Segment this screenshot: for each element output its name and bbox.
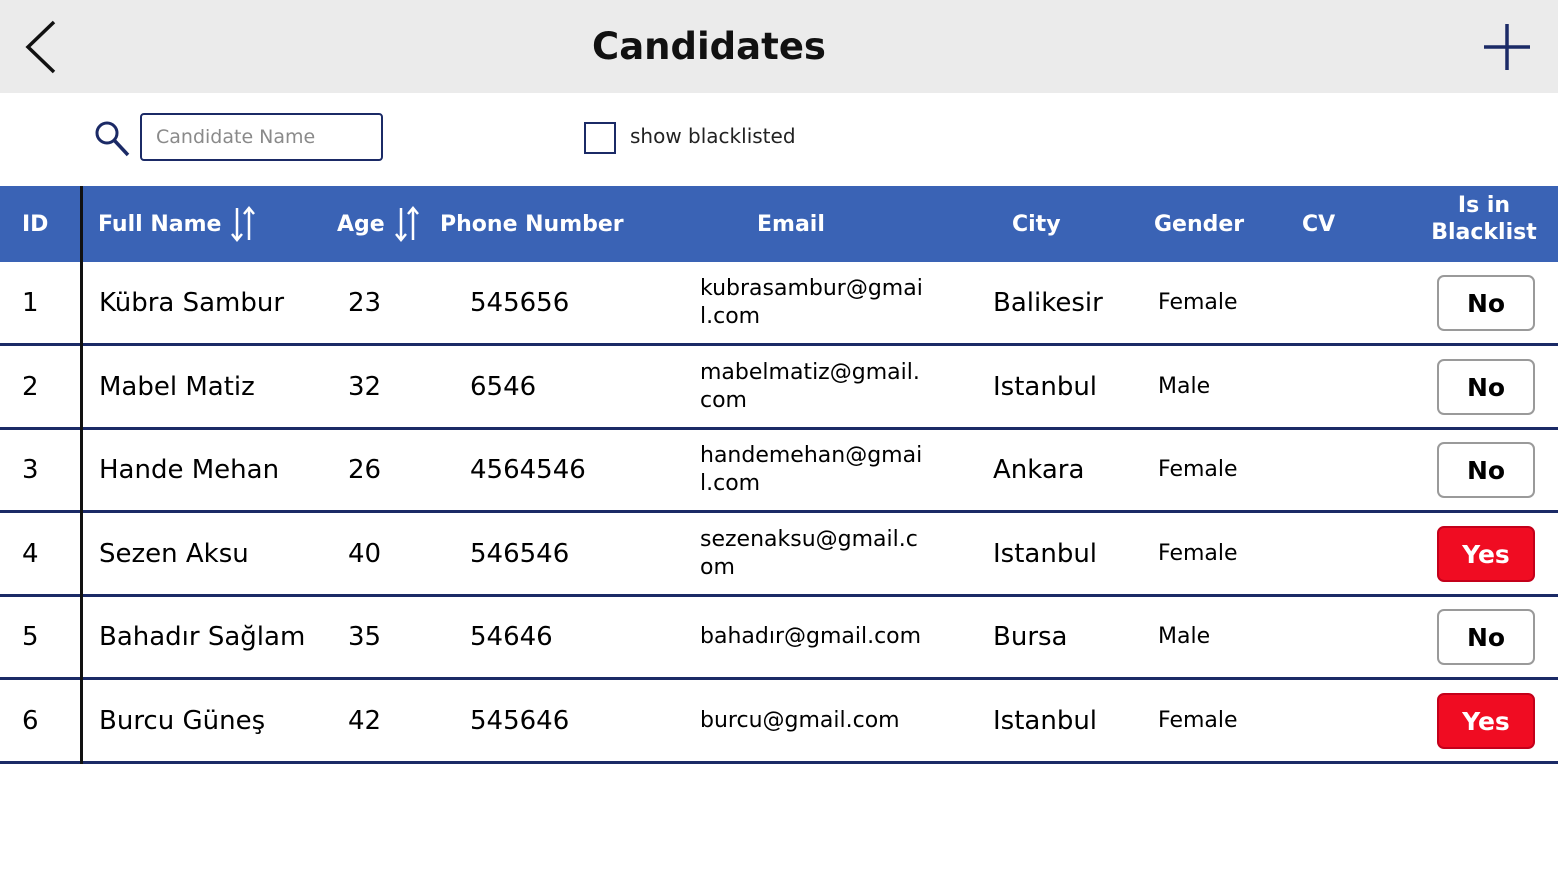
cell-full-name: Bahadır Sağlam — [99, 621, 306, 652]
column-header-city: City — [1012, 211, 1061, 237]
blacklist-toggle-button[interactable]: No — [1437, 275, 1535, 331]
cell-full-name: Sezen Aksu — [99, 538, 249, 569]
column-header-blacklist-line1: Is in — [1457, 193, 1511, 218]
cell-city: Istanbul — [993, 538, 1098, 569]
cell-id: 1 — [22, 287, 39, 318]
column-header-blacklist: Is in Blacklist — [1428, 192, 1540, 246]
cell-email: kubrasambur@gmail.com — [700, 275, 923, 329]
column-header-full-name-label: Full Name — [98, 211, 222, 237]
cell-id: 5 — [22, 621, 39, 652]
cell-age: 26 — [348, 454, 382, 485]
cell-email: burcu@gmail.com — [700, 707, 900, 733]
column-header-email: Email — [757, 211, 825, 237]
column-header-id: ID — [22, 211, 49, 237]
cell-age: 42 — [348, 705, 382, 736]
sort-full-name-icon[interactable] — [229, 204, 257, 244]
table-row[interactable]: 5 Bahadır Sağlam 35 54646 bahadır@gmail.… — [0, 596, 1558, 680]
cell-gender: Female — [1158, 541, 1238, 566]
cell-phone: 6546 — [470, 371, 537, 402]
cell-gender: Male — [1158, 374, 1211, 399]
column-header-age: Age — [337, 186, 421, 262]
table-header: ID Full Name Age Phone Number Email City… — [0, 186, 1558, 262]
cell-id: 4 — [22, 538, 39, 569]
blacklist-toggle-button[interactable]: No — [1437, 609, 1535, 665]
cell-phone: 4564546 — [470, 454, 586, 485]
cell-city: Istanbul — [993, 371, 1098, 402]
table-row[interactable]: 4 Sezen Aksu 40 546546 sezenaksu@gmail.c… — [0, 513, 1558, 597]
cell-full-name: Kübra Sambur — [99, 287, 285, 318]
id-column-divider — [80, 186, 83, 764]
sort-age-icon[interactable] — [393, 204, 421, 244]
cell-age: 35 — [348, 621, 382, 652]
candidate-search-input[interactable] — [140, 113, 383, 161]
cell-email: bahadır@gmail.com — [700, 623, 922, 649]
cell-age: 40 — [348, 538, 382, 569]
cell-city: Ankara — [993, 454, 1085, 485]
cell-id: 2 — [22, 371, 39, 402]
cell-id: 6 — [22, 705, 39, 736]
cell-email: mabelmatiz@gmail.com — [700, 359, 920, 413]
cell-email: sezenaksu@gmail.com — [700, 526, 918, 580]
cell-email: handemehan@gmail.com — [700, 442, 923, 496]
blacklist-toggle-button[interactable]: Yes — [1437, 693, 1535, 749]
page-title: Candidates — [592, 25, 826, 68]
cell-gender: Female — [1158, 457, 1238, 482]
cell-gender: Male — [1158, 624, 1211, 649]
column-header-full-name: Full Name — [98, 186, 257, 262]
cell-id: 3 — [22, 454, 39, 485]
blacklist-toggle-button[interactable]: No — [1437, 359, 1535, 415]
cell-city: Istanbul — [993, 705, 1098, 736]
cell-age: 32 — [348, 371, 382, 402]
cell-phone: 54646 — [470, 621, 553, 652]
table-row[interactable]: 6 Burcu Güneş 42 545646 burcu@gmail.com … — [0, 680, 1558, 764]
column-header-age-label: Age — [337, 211, 385, 237]
table-row[interactable]: 2 Mabel Matiz 32 6546 mabelmatiz@gmail.c… — [0, 346, 1558, 430]
show-blacklisted-label: show blacklisted — [630, 124, 796, 148]
cell-age: 23 — [348, 287, 382, 318]
cell-phone: 546546 — [470, 538, 570, 569]
cell-gender: Female — [1158, 708, 1238, 733]
plus-icon[interactable] — [1482, 22, 1532, 72]
blacklist-toggle-button[interactable]: Yes — [1437, 526, 1535, 582]
cell-full-name: Hande Mehan — [99, 454, 280, 485]
cell-full-name: Burcu Güneş — [99, 705, 266, 736]
column-header-blacklist-line2: Blacklist — [1431, 220, 1537, 245]
table-row[interactable]: 3 Hande Mehan 26 4564546 handemehan@gmai… — [0, 429, 1558, 513]
show-blacklisted-checkbox[interactable] — [584, 122, 616, 154]
cell-city: Bursa — [993, 621, 1068, 652]
search-icon — [95, 121, 130, 157]
cell-phone: 545646 — [470, 705, 570, 736]
column-header-cv: CV — [1302, 211, 1336, 237]
top-bar: Candidates — [0, 0, 1558, 93]
cell-phone: 545656 — [470, 287, 570, 318]
cell-city: Balikesir — [993, 287, 1103, 318]
column-header-gender: Gender — [1154, 211, 1245, 237]
cell-full-name: Mabel Matiz — [99, 371, 255, 402]
column-header-phone: Phone Number — [440, 211, 624, 237]
blacklist-toggle-button[interactable]: No — [1437, 442, 1535, 498]
cell-gender: Female — [1158, 290, 1238, 315]
table-row[interactable]: 1 Kübra Sambur 23 545656 kubrasambur@gma… — [0, 262, 1558, 346]
